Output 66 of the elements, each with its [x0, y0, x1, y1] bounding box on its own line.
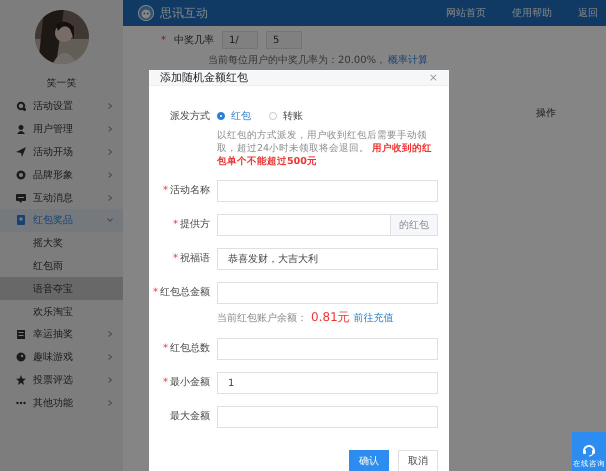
- sidebar-item[interactable]: 幸运抽奖: [0, 322, 123, 346]
- sidebar-subitem[interactable]: 红包雨: [0, 254, 123, 278]
- sidebar-item[interactable]: 活动开场: [0, 140, 123, 164]
- field-label: 祝福语: [180, 252, 210, 266]
- sidebar-subitem[interactable]: 语音夺宝: [0, 277, 123, 300]
- sidebar-subitem[interactable]: 摇大奖: [0, 232, 123, 255]
- chat-icon: [16, 192, 26, 203]
- dialog-title: 添加随机金额红包: [160, 70, 248, 85]
- nav-link[interactable]: 返回: [578, 6, 598, 20]
- balance-amount: 0.81元: [311, 309, 350, 326]
- hint-text: 当前红包账户余额：: [217, 312, 307, 326]
- user-icon: [16, 124, 26, 134]
- field-label: 派发方式: [170, 110, 210, 123]
- recharge-link[interactable]: 前往充值: [354, 311, 394, 326]
- headset-icon: [582, 443, 596, 457]
- sidebar-item[interactable]: 其他功能: [0, 391, 123, 414]
- required-mark: *: [153, 286, 158, 298]
- field-label: 最大金额: [170, 410, 210, 424]
- nav-link[interactable]: 网站首页: [446, 6, 486, 20]
- required-mark: *: [163, 342, 168, 354]
- input-addon: 的红包: [391, 214, 438, 236]
- sidebar-item[interactable]: 趣味游戏: [0, 346, 123, 369]
- input-field[interactable]: [217, 338, 438, 360]
- confirm-button[interactable]: 确认: [349, 450, 389, 471]
- sidebar-item[interactable]: 投票评选: [0, 368, 123, 392]
- field-label: 红包总数: [170, 342, 210, 356]
- input-field[interactable]: [217, 282, 438, 304]
- circle-badge-icon: [16, 170, 26, 180]
- sidebar-item[interactable]: 互动消息: [0, 186, 123, 209]
- input-field[interactable]: 5: [266, 31, 302, 49]
- input-field[interactable]: [217, 180, 438, 202]
- input-field[interactable]: 1: [217, 372, 438, 394]
- radio-button[interactable]: [217, 112, 225, 120]
- nav-link[interactable]: 使用帮助: [512, 6, 552, 20]
- sidebar-item[interactable]: 品牌形象: [0, 163, 123, 186]
- required-mark: *: [173, 218, 178, 230]
- required-mark: *: [163, 376, 168, 388]
- sidebar-subitem[interactable]: 欢乐淘宝: [0, 300, 123, 323]
- sidebar-item[interactable]: 活动设置: [0, 95, 123, 118]
- input-field[interactable]: [217, 406, 438, 428]
- sidebar-item[interactable]: 红包奖品: [0, 208, 123, 232]
- help-text: 以红包的方式派发，用户收到红包后需要手动领取，超过24小时未领取将会退回。 用户收到的红包单个不能超过500元: [217, 130, 434, 168]
- column-header: 操作: [536, 107, 556, 120]
- input-field[interactable]: 1/: [222, 31, 258, 49]
- input-field[interactable]: [217, 214, 391, 236]
- field-label: 红包总金额: [160, 286, 210, 300]
- hint-text: 当前每位用户的中奖几率为：20.00%，: [208, 54, 386, 67]
- field-label: 提供方: [180, 218, 210, 232]
- required-mark: *: [161, 34, 166, 46]
- field-label: 最小金额: [170, 376, 210, 390]
- user-name: 笑一笑: [46, 77, 78, 90]
- close-button[interactable]: ×: [428, 71, 438, 84]
- radio-option[interactable]: 转账: [269, 106, 303, 126]
- link[interactable]: 概率计算: [388, 53, 428, 67]
- radio-button[interactable]: [269, 112, 277, 120]
- sidebar-item[interactable]: 用户管理: [0, 118, 123, 141]
- required-mark: *: [173, 252, 178, 264]
- radio-option[interactable]: 红包: [217, 106, 251, 126]
- paper-plane-icon: [16, 146, 26, 157]
- required-mark: *: [163, 184, 168, 196]
- field-label: 活动名称: [170, 184, 210, 198]
- star-icon: [16, 374, 26, 385]
- input-field[interactable]: 恭喜发财，大吉大利: [217, 248, 438, 270]
- field-label: 中奖几率: [174, 34, 214, 47]
- brand-name: 思讯互动: [160, 4, 209, 22]
- cancel-button[interactable]: 取消: [398, 450, 438, 471]
